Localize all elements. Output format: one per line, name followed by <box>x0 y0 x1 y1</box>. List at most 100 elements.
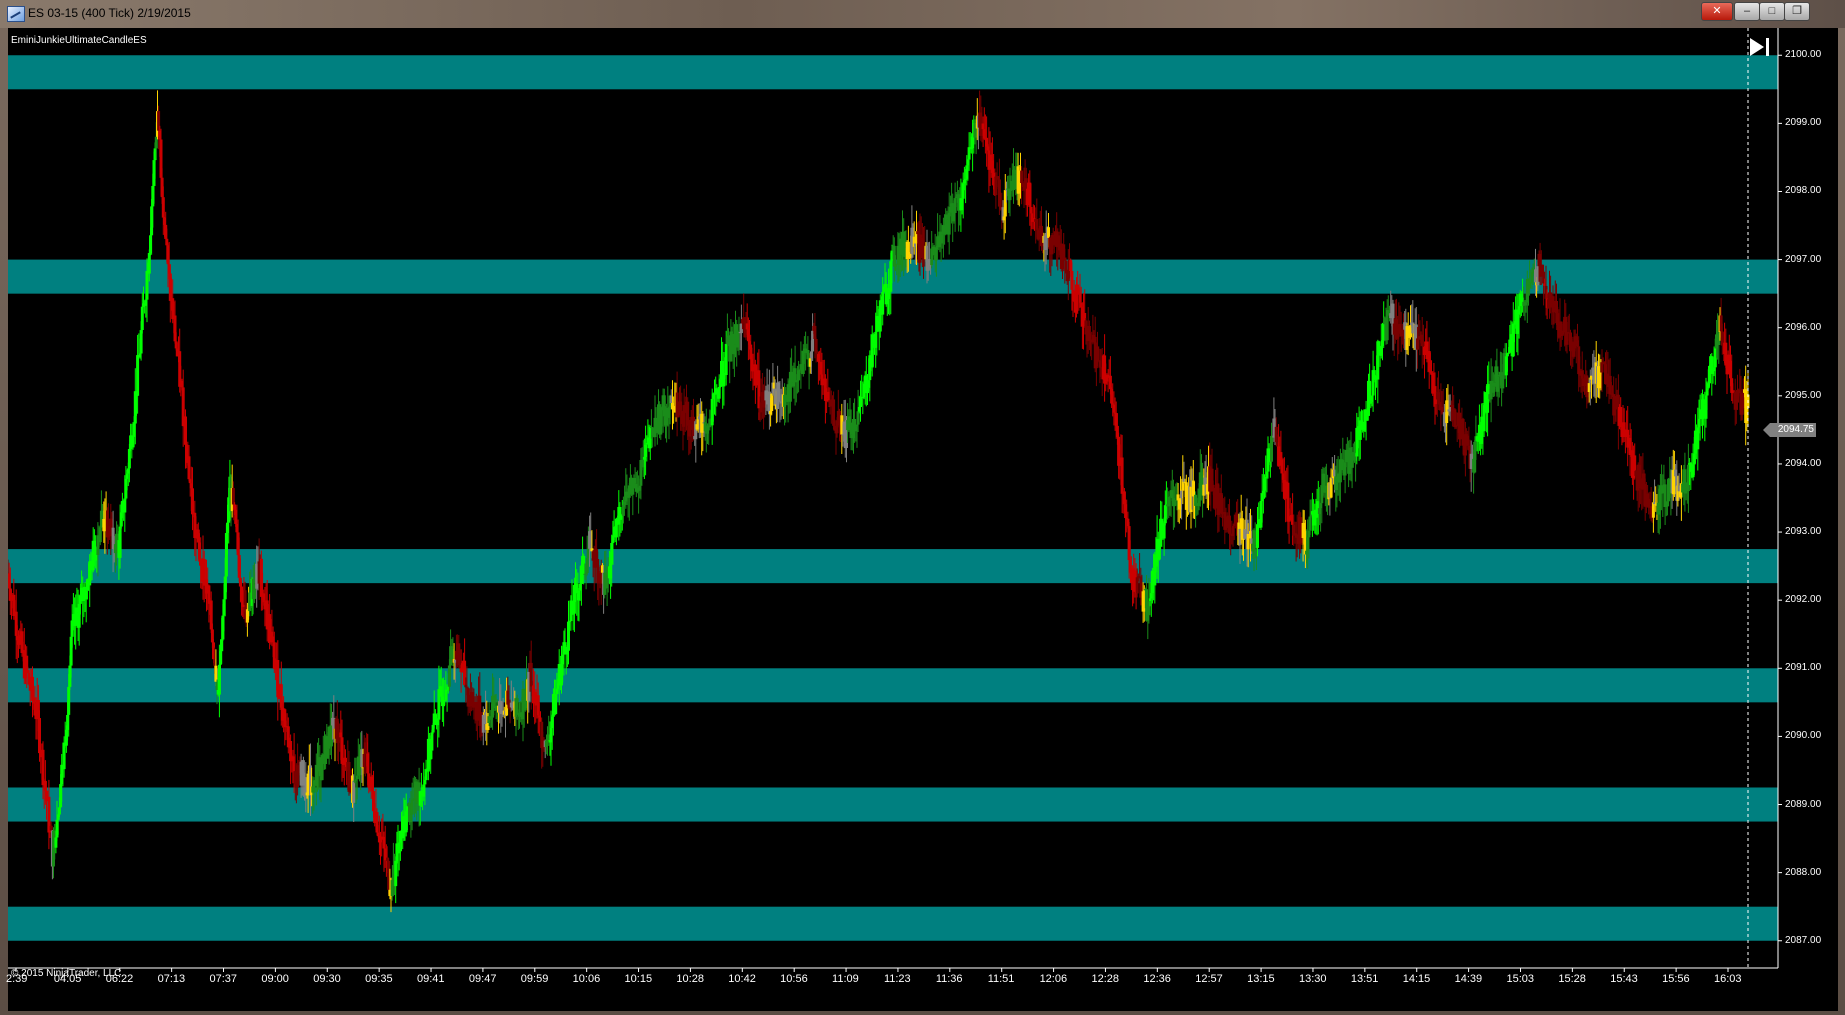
skip-to-end-icon[interactable] <box>1748 36 1772 58</box>
x-tick-label: 09:35 <box>365 973 393 985</box>
candle-body <box>1505 353 1509 357</box>
x-tick-label: 12:28 <box>1091 973 1119 985</box>
y-tick-label: 2089.00 <box>1785 798 1822 810</box>
candle-body <box>1416 338 1419 350</box>
candle-body <box>231 488 235 505</box>
candle-body <box>220 639 224 652</box>
candle-body <box>123 498 127 513</box>
x-tick-label: 14:39 <box>1454 973 1483 985</box>
y-tick-label: 2093.00 <box>1785 526 1822 538</box>
close-button[interactable]: ✕ <box>1701 2 1733 21</box>
y-tick-label: 2090.00 <box>1785 730 1822 742</box>
candle-body <box>139 330 143 354</box>
candle-body <box>1365 415 1369 421</box>
y-tick-label: 2099.00 <box>1785 117 1822 129</box>
y-tick-label: 2096.00 <box>1785 321 1822 333</box>
candle-body <box>881 292 885 315</box>
x-tick-label: 11:09 <box>832 973 859 985</box>
x-tick-label: 12:06 <box>1039 973 1068 985</box>
y-tick-label: 2100.00 <box>1785 49 1822 61</box>
candle-body <box>1070 271 1074 290</box>
x-tick-label: 11:51 <box>987 973 1015 985</box>
x-tick-label: 13:30 <box>1298 973 1327 985</box>
candle-body <box>147 253 151 274</box>
candle-body <box>57 807 61 815</box>
x-tick-label: 10:42 <box>728 973 756 985</box>
x-tick-label: 12:36 <box>1143 973 1171 985</box>
x-tick-label: 14:15 <box>1402 973 1431 985</box>
candle-body <box>136 355 140 396</box>
y-tick-label: 2095.00 <box>1785 389 1822 401</box>
y-tick-label: 2097.00 <box>1785 253 1822 265</box>
x-tick-label: 15:56 <box>1662 973 1690 985</box>
candle-body <box>184 416 187 445</box>
candle-body <box>1108 375 1112 390</box>
candle-body <box>49 825 53 831</box>
y-tick-label: 2088.00 <box>1785 866 1822 878</box>
candle-body <box>1308 516 1312 531</box>
candle-body <box>717 387 721 399</box>
candle-body <box>140 306 144 330</box>
candle-body <box>1035 219 1039 230</box>
x-tick-label: 07:37 <box>209 973 238 985</box>
x-tick-label: 16:03 <box>1714 973 1742 985</box>
x-tick-label: 09:59 <box>520 973 549 985</box>
maximize-button[interactable]: □ <box>1759 2 1785 21</box>
y-tick-label: 2092.00 <box>1785 594 1822 606</box>
candle-body <box>352 780 356 803</box>
chart-window: ES 03-15 (400 Tick) 2/19/2015 ✕ – □ ❐ Em… <box>0 0 1845 1015</box>
candle-body <box>724 343 728 375</box>
candle-body <box>631 488 635 495</box>
candle-body <box>585 558 589 573</box>
candle-body <box>98 527 102 543</box>
candle-body <box>457 643 461 666</box>
price-zone-1 <box>8 55 1778 90</box>
candle-body <box>430 732 434 751</box>
candle-body <box>813 325 817 339</box>
candle-body <box>1633 455 1637 471</box>
candle-body <box>1528 283 1532 289</box>
x-tick-label: 09:30 <box>313 973 341 985</box>
y-tick-label: 2094.00 <box>1785 457 1822 469</box>
x-tick-label: 10:06 <box>572 973 601 985</box>
x-tick-label: 11:36 <box>935 973 963 985</box>
x-tick-label: 06:22 <box>105 973 134 985</box>
candle-body <box>394 860 398 887</box>
indicator-label: EminiJunkieUltimateCandleES <box>11 35 147 46</box>
x-tick-label: 15:03 <box>1506 973 1535 985</box>
candle-body <box>214 665 218 682</box>
y-tick-label: 2087.00 <box>1785 934 1822 946</box>
x-tick-label: 10:56 <box>780 973 808 985</box>
y-tick-label: 2091.00 <box>1785 662 1822 674</box>
price-chart[interactable] <box>8 28 1838 1011</box>
x-tick-label: 10:28 <box>676 973 704 985</box>
restore-button[interactable]: ❐ <box>1784 2 1810 21</box>
candle-body <box>1162 523 1166 539</box>
x-tick-label: 2:39 <box>6 973 28 985</box>
last-price-marker: 2094.75 <box>1763 423 1816 437</box>
minimize-button[interactable]: – <box>1734 2 1760 21</box>
x-tick-label: 11:23 <box>883 973 911 985</box>
x-tick-label: 04:05 <box>53 973 82 985</box>
x-tick-label: 15:43 <box>1610 973 1638 985</box>
x-tick-label: 13:51 <box>1350 973 1379 985</box>
candle-body <box>191 488 194 515</box>
x-tick-label: 15:28 <box>1558 973 1586 985</box>
candle-body <box>1047 227 1050 238</box>
candle-body <box>67 686 71 715</box>
candle-body <box>161 197 165 218</box>
x-tick-label: 09:47 <box>468 973 497 985</box>
price-zone-6 <box>8 906 1778 941</box>
x-tick-label: 13:15 <box>1247 973 1275 985</box>
x-tick-label: 07:13 <box>157 973 186 985</box>
chart-panel[interactable]: EminiJunkieUltimateCandleES © 2015 Ninja… <box>6 28 1838 1011</box>
price-zone-5 <box>8 787 1778 822</box>
candle-body <box>770 393 774 411</box>
x-tick-label: 09:00 <box>261 973 289 985</box>
x-tick-label: 09:41 <box>417 973 445 985</box>
candle-body <box>423 780 427 785</box>
candle-body <box>856 411 860 425</box>
title-bar[interactable]: ES 03-15 (400 Tick) 2/19/2015 ✕ – □ ❐ <box>0 0 1845 28</box>
y-tick-label: 2098.00 <box>1785 185 1822 197</box>
price-zone-3 <box>8 549 1778 584</box>
